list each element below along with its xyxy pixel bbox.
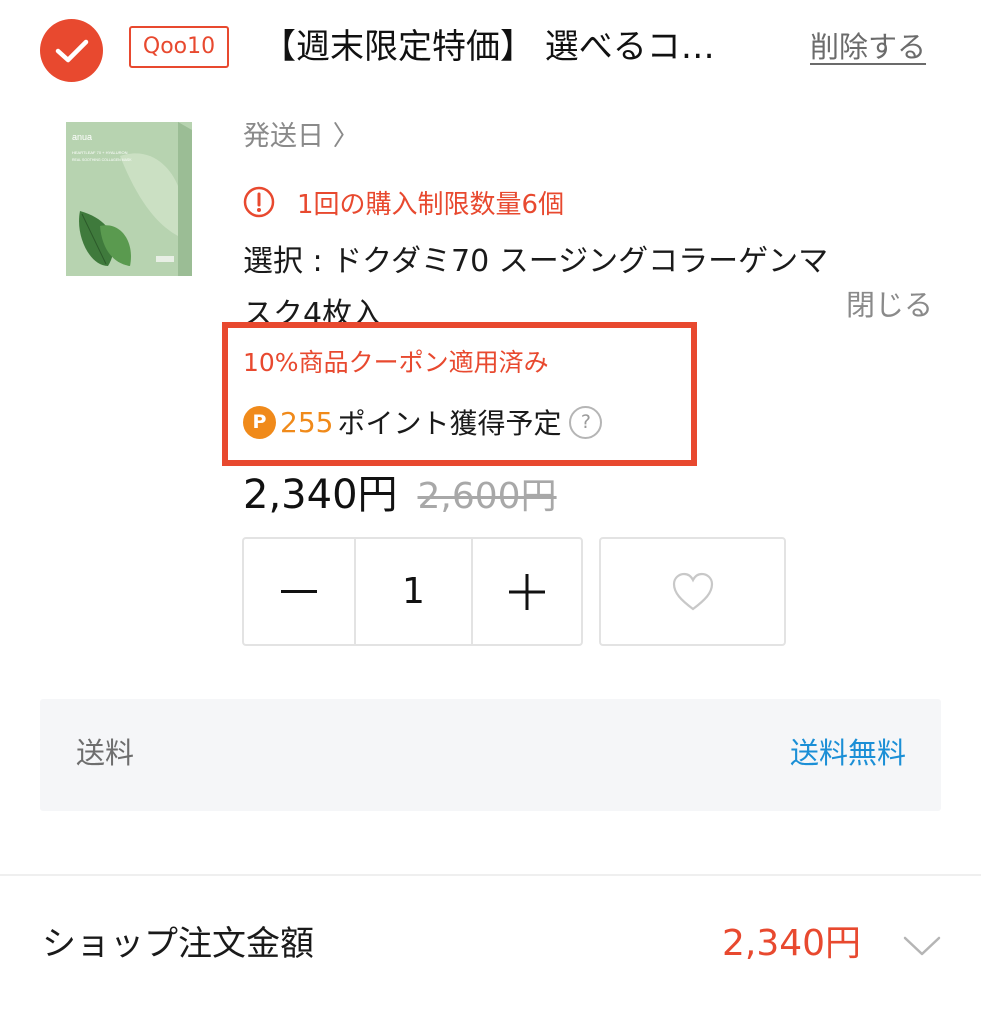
exclamation-circle-icon: [243, 186, 275, 218]
plus-icon: [509, 573, 545, 610]
close-options-button[interactable]: 閉じる: [846, 285, 933, 325]
highlight-box: [222, 322, 697, 466]
shipping-panel: 送料 送料無料: [40, 699, 941, 811]
shop-order-total-amount: 2,340円: [722, 923, 862, 964]
price-original: 2,600円: [417, 476, 557, 517]
minus-icon: [281, 589, 317, 593]
product-line-1: HEARTLEAF 70 + HYALURON: [72, 150, 128, 155]
product-brand: anua: [72, 132, 92, 142]
points-icon: P: [243, 405, 276, 439]
purchase-limit-notice: 1回の購入制限数量6個: [243, 181, 564, 223]
delete-button[interactable]: 削除する: [810, 26, 926, 68]
coupon-applied-text: 10%商品クーポン適用済み: [243, 348, 549, 377]
product-image[interactable]: anua HEARTLEAF 70 + HYALURON REAL SOOTHI…: [60, 116, 200, 281]
chevron-down-icon[interactable]: [902, 930, 942, 960]
item-title[interactable]: 【週末限定特価】 選べるコ…: [262, 22, 792, 72]
decrease-quantity-button[interactable]: [244, 539, 354, 644]
shop-badge: Qoo10: [129, 26, 229, 68]
points-row: P 255 ポイント獲得予定 ?: [243, 402, 603, 442]
ship-date-link[interactable]: 発送日 〉: [243, 117, 360, 157]
help-icon[interactable]: ?: [569, 405, 603, 439]
increase-quantity-button[interactable]: [473, 539, 581, 644]
points-value: 255: [280, 405, 334, 439]
check-icon: [55, 39, 88, 62]
purchase-limit-text: 1回の購入制限数量6個: [297, 189, 565, 220]
price-current: 2,340円: [243, 472, 398, 518]
price-row: 2,340円 2,600円: [243, 462, 557, 520]
product-line-2: REAL SOOTHING COLLAGEN MASK: [72, 158, 132, 162]
quantity-input[interactable]: 1: [354, 539, 473, 644]
item-select-checkbox[interactable]: [40, 19, 103, 82]
quantity-stepper: 1: [242, 537, 583, 646]
points-label: ポイント獲得予定: [337, 407, 562, 440]
shop-order-total-label: ショップ注文金額: [42, 924, 314, 964]
divider: [0, 874, 981, 876]
heart-icon: [672, 572, 713, 610]
shipping-value: 送料無料: [789, 736, 906, 770]
shipping-label: 送料: [76, 736, 135, 770]
wishlist-button[interactable]: [599, 537, 786, 646]
